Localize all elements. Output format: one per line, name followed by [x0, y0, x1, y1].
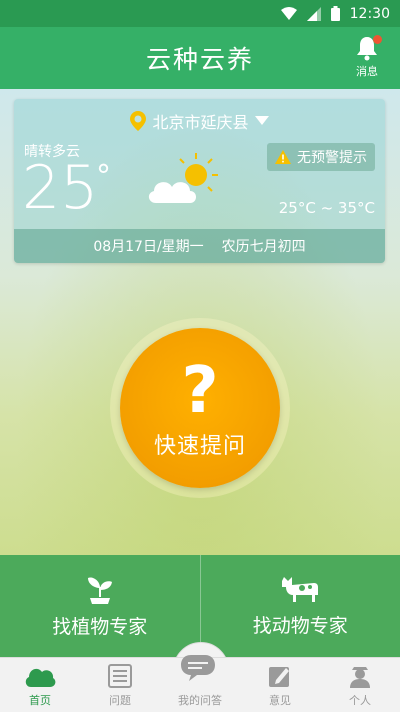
degree-symbol: °	[96, 159, 111, 194]
location-selector[interactable]: 北京市延庆县	[14, 109, 385, 133]
battery-icon	[331, 6, 340, 21]
messages-button[interactable]: 消息	[344, 35, 390, 83]
tab-my-qa-label: 我的问答	[178, 692, 222, 708]
animal-expert-button[interactable]: 找动物专家	[200, 555, 400, 657]
bottom-tab-bar: 首页 问题 我的问答 意见	[0, 657, 400, 712]
tab-questions-label: 问题	[109, 692, 131, 708]
wifi-icon	[281, 7, 297, 21]
temperature-range: 25°C ~ 35°C	[279, 199, 375, 217]
animal-expert-label: 找动物专家	[253, 611, 348, 638]
tab-questions[interactable]: 问题	[80, 658, 160, 712]
temperature: 25	[22, 153, 98, 223]
location-label: 北京市延庆县	[152, 109, 248, 133]
messages-label: 消息	[356, 63, 378, 79]
tab-home-label: 首页	[29, 692, 51, 708]
tab-home[interactable]: 首页	[0, 658, 80, 712]
user-icon	[348, 664, 372, 688]
tab-feedback-label: 意见	[269, 692, 291, 708]
chat-bubbles-icon	[179, 651, 221, 685]
quick-ask-button[interactable]: ? 快速提问	[110, 318, 290, 498]
warning-label: 无预警提示	[297, 147, 367, 167]
seedling-icon	[86, 574, 114, 604]
app-bar: 云种云养 消息	[0, 27, 400, 89]
cloud-home-icon	[24, 665, 56, 687]
question-mark-icon: ?	[181, 356, 218, 426]
status-time: 12:30	[350, 6, 390, 22]
quick-ask-circle: ? 快速提问	[120, 328, 280, 488]
status-bar: 12:30	[0, 0, 400, 27]
weather-card: 北京市延庆县 晴转多云 25 ° 无预警提示 25°C ~ 35°C 08月17…	[14, 99, 385, 263]
date-bar: 08月17日/星期一 农历七月初四	[14, 229, 385, 263]
plant-expert-label: 找植物专家	[52, 612, 147, 639]
warning-icon	[275, 150, 291, 164]
list-icon	[108, 664, 132, 688]
lunar-date-label: 农历七月初四	[222, 236, 306, 256]
partly-cloudy-icon	[144, 149, 224, 209]
unread-dot	[373, 35, 382, 44]
cow-icon	[280, 575, 320, 603]
tab-profile[interactable]: 个人	[320, 658, 400, 712]
edit-icon	[268, 664, 292, 688]
quick-ask-label: 快速提问	[154, 428, 246, 460]
plant-expert-button[interactable]: 找植物专家	[0, 555, 200, 657]
signal-icon	[307, 7, 321, 21]
location-pin-icon	[130, 111, 146, 131]
date-label: 08月17日/星期一	[93, 236, 203, 256]
tab-my-qa[interactable]: 我的问答	[160, 658, 240, 712]
app-title: 云种云养	[146, 40, 254, 76]
chevron-down-icon	[255, 116, 269, 126]
tab-feedback[interactable]: 意见	[240, 658, 320, 712]
warning-badge[interactable]: 无预警提示	[267, 143, 375, 171]
tab-profile-label: 个人	[349, 692, 371, 708]
